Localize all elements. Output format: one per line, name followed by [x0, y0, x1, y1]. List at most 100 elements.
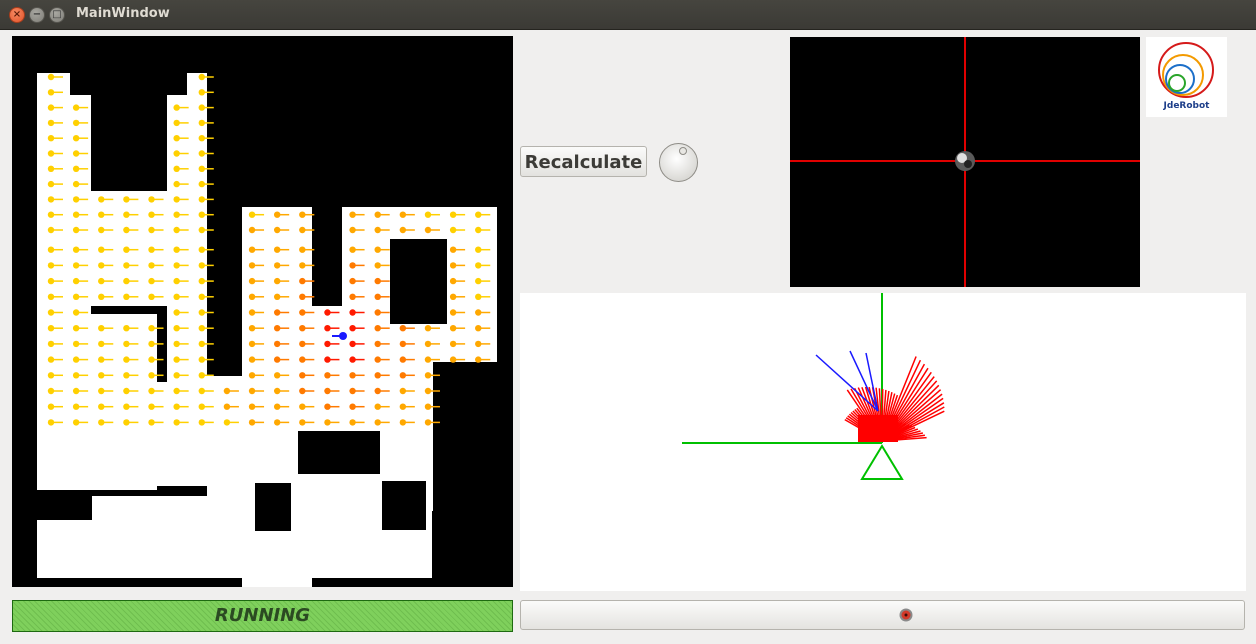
gradient-dot [475, 226, 482, 234]
gradient-dot [123, 419, 130, 426]
gradient-dot [123, 262, 130, 269]
gradient-dot [173, 277, 180, 285]
gradient-dot [299, 293, 306, 300]
gradient-dot [47, 309, 55, 316]
gradient-dot [148, 211, 155, 218]
gradient-dot [449, 356, 457, 363]
gradient-dot [273, 325, 281, 332]
gradient-dot [349, 211, 356, 218]
gradient-dot [424, 356, 432, 363]
gradient-dot [198, 325, 205, 332]
gradient-dot [424, 211, 432, 218]
title-bar: × − □ MainWindow [0, 0, 1256, 30]
obstacle [255, 483, 291, 531]
gradient-dot [374, 403, 381, 410]
gradient-dot [399, 387, 407, 395]
status-bar: RUNNING [12, 600, 513, 632]
gradient-dot [349, 356, 356, 363]
gradient-dot [173, 196, 180, 203]
gradient-dot [173, 119, 180, 127]
gradient-dot [198, 89, 205, 96]
gradient-dot [349, 372, 356, 379]
gradient-dot [123, 196, 130, 203]
gradient-dot [198, 293, 205, 300]
obstacle [298, 431, 380, 474]
gradient-dot [72, 150, 80, 157]
gradient-dot [173, 211, 180, 218]
gradient-dot [148, 262, 155, 269]
gradient-dot [148, 196, 155, 203]
gradient-dot [148, 226, 155, 234]
gradient-dot [72, 180, 80, 188]
gradient-dot [349, 293, 356, 300]
gradient-dot [98, 340, 105, 348]
gradient-dot [349, 325, 356, 332]
gradient-dot [47, 387, 55, 395]
laser-view[interactable] [520, 293, 1246, 591]
gradient-dot [47, 262, 55, 269]
gradient-dot [273, 403, 281, 410]
maximize-icon[interactable]: □ [49, 7, 65, 23]
gradient-dot [148, 340, 155, 348]
gradient-dot [349, 419, 356, 426]
gradient-dot [299, 325, 306, 332]
gradient-dot [173, 403, 180, 410]
recalculate-button[interactable]: Recalculate [520, 146, 647, 177]
gradient-dot [299, 403, 306, 410]
camera-view[interactable] [790, 37, 1140, 287]
map-view[interactable] [12, 36, 513, 587]
gradient-dot [449, 309, 457, 316]
gradient-dot [475, 277, 482, 285]
gradient-dot [248, 211, 256, 218]
gradient-dot [173, 104, 180, 111]
minimize-icon[interactable]: − [29, 7, 45, 23]
gradient-dot [47, 277, 55, 285]
gradient-dot [98, 356, 105, 363]
gradient-dot [273, 211, 281, 218]
play-button[interactable] [520, 600, 1245, 630]
gradient-dot [299, 211, 306, 218]
gradient-dot [424, 226, 432, 234]
gradient-dot [148, 356, 155, 363]
gradient-dot [72, 356, 80, 363]
gradient-dot [475, 325, 482, 332]
gradient-dot [72, 119, 80, 127]
window-title: MainWindow [76, 6, 170, 21]
gradient-dot [123, 403, 130, 410]
gradient-dot [173, 419, 180, 426]
gradient-dot [248, 246, 256, 253]
gradient-dot [248, 309, 256, 316]
joystick-ball-icon[interactable] [955, 151, 975, 171]
gradient-dot [47, 403, 55, 410]
gradient-dot [324, 340, 331, 348]
record-icon [899, 608, 913, 622]
gradient-dot [173, 387, 180, 395]
gradient-dot [449, 340, 457, 348]
crosshair-canvas [790, 37, 1140, 287]
gradient-dot [198, 246, 205, 253]
close-icon[interactable]: × [9, 7, 25, 23]
gradient-dot [47, 372, 55, 379]
gradient-dot [248, 325, 256, 332]
gradient-dot [449, 293, 457, 300]
gradient-dot [273, 293, 281, 300]
gradient-dot [273, 277, 281, 285]
dial-knob[interactable] [658, 142, 699, 183]
gradient-dot [248, 340, 256, 348]
gradient-dot [123, 356, 130, 363]
gradient-dot [248, 419, 256, 426]
gradient-dot [374, 356, 381, 363]
gradient-dot [173, 246, 180, 253]
gradient-dot [47, 165, 55, 172]
robot-marker-icon [339, 332, 347, 340]
gradient-dot [399, 226, 407, 234]
gradient-dot [399, 340, 407, 348]
gradient-dot [72, 211, 80, 218]
gradient-dot [223, 403, 231, 410]
gradient-dot [324, 325, 331, 332]
gradient-dot [273, 226, 281, 234]
gradient-dot [299, 262, 306, 269]
gradient-dot [47, 340, 55, 348]
gradient-dot [72, 309, 80, 316]
gradient-dot [148, 277, 155, 285]
